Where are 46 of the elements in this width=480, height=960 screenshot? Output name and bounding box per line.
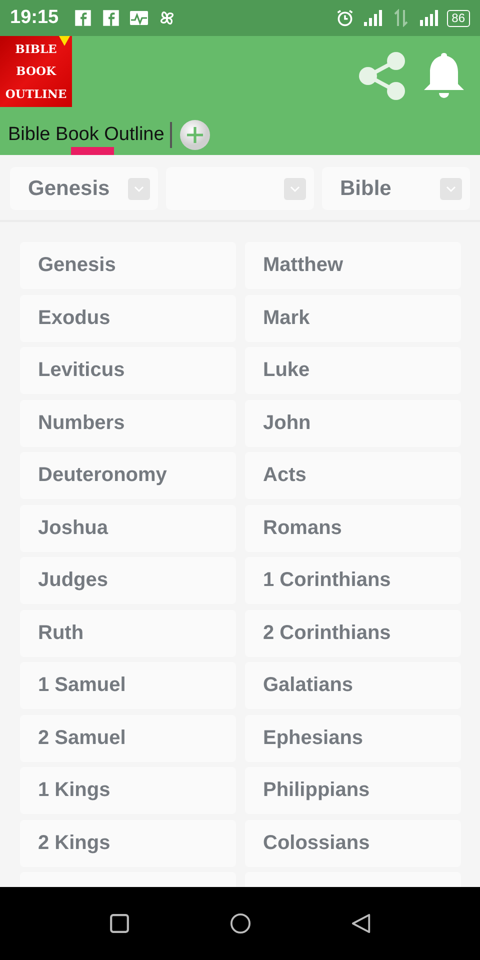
book-item[interactable]: 1 Samuel [20,662,236,709]
book-item[interactable]: Exodus [20,294,236,342]
chevron-down-icon [440,178,462,200]
activity-icon [128,9,149,27]
book-item[interactable]: Leviticus [20,347,236,394]
book-item[interactable]: Philippians [245,767,461,814]
book-item[interactable]: Colossians [245,820,461,866]
back-icon[interactable] [350,913,372,934]
book-item[interactable]: John [245,400,461,446]
bell-icon[interactable] [422,50,466,100]
add-tab-icon[interactable] [180,120,210,150]
tab[interactable]: Bible Book Outline [8,115,164,155]
dropdown[interactable] [166,167,314,210]
chevron-down-icon [284,178,306,200]
book-item[interactable]: Galatians [245,662,461,709]
signal-icon [362,9,383,27]
signal-icon [418,9,439,27]
dropdown[interactable]: Bible [322,167,470,210]
status-time: 19:15 [10,7,59,29]
book-item[interactable]: Genesis [20,242,236,289]
book-item[interactable]: Judges [20,557,236,604]
share-icon[interactable] [356,50,408,102]
square-icon[interactable] [108,913,130,934]
alarm-icon [334,9,355,27]
book-item[interactable]: 2 Kings [20,820,236,866]
book-item[interactable]: Mark [245,294,461,342]
book-item[interactable]: Ruth [20,610,236,656]
home-icon[interactable] [230,913,250,934]
facebook-icon [72,9,93,27]
book-item[interactable]: Matthew [245,242,461,289]
app-logo: BIBLE BOOK OUTLINE [0,36,72,107]
book-item[interactable]: 2 Corinthians [245,610,461,656]
book-item[interactable]: Ephesians [245,714,461,762]
chevron-down-icon [128,178,150,200]
book-item[interactable]: Acts [245,452,461,499]
book-item[interactable]: 1 Corinthians [245,557,461,604]
book-item[interactable]: Luke [245,347,461,394]
book-item[interactable]: Deuteronomy [20,452,236,499]
dropdown[interactable]: Genesis [10,167,158,210]
battery-indicator: 86 [446,10,470,26]
book-item[interactable]: Romans [245,504,461,552]
book-item[interactable]: Joshua [20,504,236,552]
book-item[interactable]: 2 Samuel [20,714,236,762]
book-item[interactable]: 1 Kings [20,767,236,814]
facebook-icon [100,9,121,27]
book-item[interactable]: Numbers [20,400,236,446]
